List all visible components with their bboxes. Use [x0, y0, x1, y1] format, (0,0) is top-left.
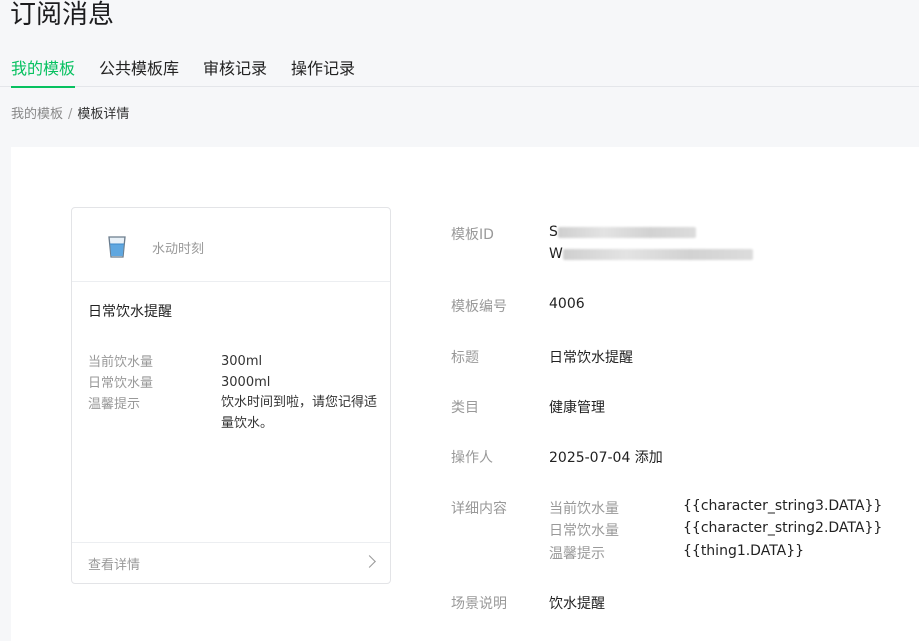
tab-my-templates[interactable]: 我的模板	[11, 60, 76, 88]
operator-label: 操作人	[451, 450, 493, 466]
view-details-label: 查看详情	[88, 558, 141, 573]
field-key: 当前饮水量	[88, 355, 154, 370]
tab-review-records[interactable]: 审核记录	[203, 60, 267, 86]
tab-bar: 我的模板 公共模板库 审核记录 操作记录	[0, 56, 919, 88]
redacted-block	[562, 248, 753, 260]
category-value: 健康管理	[549, 400, 605, 416]
content-value: {{character_string2.DATA}}	[683, 520, 883, 536]
breadcrumb-current: 模板详情	[77, 107, 130, 122]
app-name: 水动时刻	[152, 242, 205, 257]
content-value: {{thing1.DATA}}	[683, 543, 805, 559]
scene-value: 饮水提醒	[549, 596, 605, 612]
template-id-value-line2: W	[549, 246, 753, 262]
content-value: {{character_string3.DATA}}	[683, 498, 883, 514]
content-label: 详细内容	[451, 501, 507, 517]
template-number-value: 4006	[549, 296, 585, 312]
operator-value: 2025-07-04 添加	[549, 450, 663, 466]
template-id-label: 模板ID	[451, 227, 494, 243]
tab-operation-records[interactable]: 操作记录	[291, 60, 355, 86]
field-key: 日常饮水量	[88, 376, 154, 391]
detail-panel: 水动时刻 日常饮水提醒 当前饮水量 300ml 日常饮水量 3000ml 温馨提…	[11, 147, 919, 641]
field-value: 300ml	[221, 354, 263, 369]
chevron-right-icon	[363, 555, 376, 568]
preview-card-header: 水动时刻	[72, 208, 390, 282]
scene-label: 场景说明	[451, 596, 507, 612]
field-value: 3000ml	[221, 375, 271, 390]
preview-title: 日常饮水提醒	[88, 304, 172, 320]
title-label: 标题	[451, 350, 479, 366]
category-label: 类目	[451, 400, 479, 416]
field-key: 温馨提示	[88, 397, 141, 412]
title-value: 日常饮水提醒	[549, 350, 633, 366]
breadcrumb: 我的模板 / 模板详情	[11, 103, 129, 122]
content-key: 当前饮水量	[549, 501, 619, 517]
field-value: 饮水时间到啦，请您记得适量饮水。	[221, 395, 378, 431]
template-number-label: 模板编号	[451, 299, 507, 315]
template-id-value: S	[549, 224, 696, 240]
tab-public-templates[interactable]: 公共模板库	[99, 60, 179, 86]
breadcrumb-separator: /	[68, 107, 73, 122]
water-glass-icon	[108, 236, 126, 258]
template-id-line2: W	[549, 246, 563, 262]
template-id-line1: S	[549, 224, 558, 240]
redacted-block	[557, 226, 696, 238]
template-preview-card: 水动时刻 日常饮水提醒 当前饮水量 300ml 日常饮水量 3000ml 温馨提…	[71, 207, 391, 584]
content-key: 日常饮水量	[549, 523, 619, 539]
page-title: 订阅消息	[10, 0, 115, 30]
breadcrumb-parent-link[interactable]: 我的模板	[11, 107, 63, 122]
view-details-link[interactable]: 查看详情	[72, 542, 390, 583]
content-key: 温馨提示	[549, 546, 605, 562]
